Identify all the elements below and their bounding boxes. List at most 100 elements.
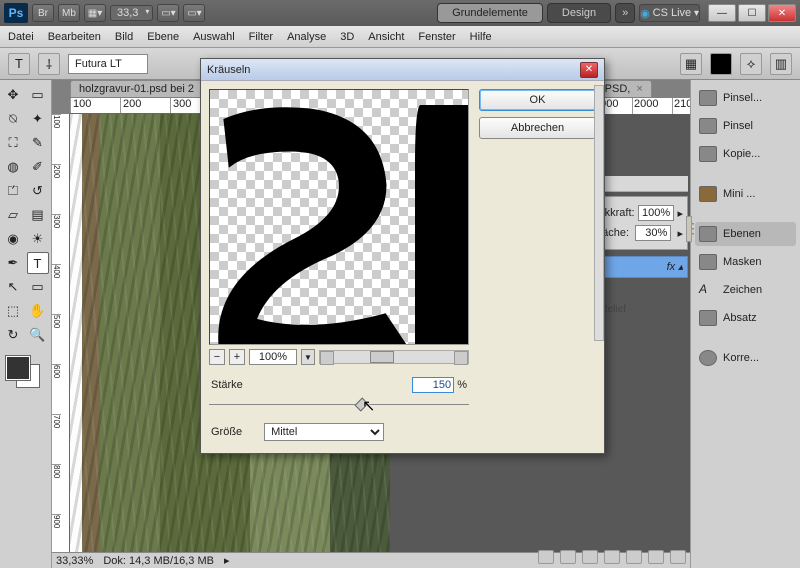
dock-pinsel2[interactable]: Pinsel	[695, 114, 796, 138]
text-orient-icon[interactable]: ⸸	[38, 53, 60, 75]
font-select[interactable]	[68, 54, 148, 74]
wand-tool[interactable]: ✦	[27, 108, 49, 130]
stamp-tool[interactable]: ⏍	[2, 180, 24, 202]
dock-korre[interactable]: Korre...	[695, 346, 796, 370]
history-brush-tool[interactable]: ↺	[27, 180, 49, 202]
minibridge-button[interactable]: Mb	[58, 4, 80, 22]
ruler-vertical: 100200300400500600700800900	[52, 114, 70, 552]
document-tab[interactable]: holzgravur-01.psd bei 2×	[70, 80, 215, 97]
dock-mini[interactable]: Mini ...	[695, 182, 796, 206]
menu-ebene[interactable]: Ebene	[147, 31, 179, 43]
mask-icon[interactable]	[582, 550, 598, 564]
zoom-select[interactable]: 33,3	[110, 5, 153, 21]
menu-bild[interactable]: Bild	[115, 31, 133, 43]
ok-button[interactable]: OK	[479, 89, 596, 111]
filter-preview[interactable]	[209, 89, 469, 345]
fill-arrow-icon[interactable]: ▸	[677, 227, 683, 240]
menu-ansicht[interactable]: Ansicht	[368, 31, 404, 43]
hand-tool[interactable]: ✋	[27, 300, 49, 322]
menu-bearbeiten[interactable]: Bearbeiten	[48, 31, 101, 43]
lasso-tool[interactable]: ⍉	[2, 108, 24, 130]
brush-tool[interactable]: ✐	[27, 156, 49, 178]
preview-vscroll[interactable]	[594, 85, 604, 341]
minimize-button[interactable]: —	[708, 4, 736, 22]
eraser-tool[interactable]: ▱	[2, 204, 24, 226]
preview-zoom-controls: − + 100% ▼	[209, 349, 469, 365]
move-tool[interactable]: ✥	[2, 84, 24, 106]
shape-tool[interactable]: ▭	[27, 276, 49, 298]
warp-icon[interactable]: ⟡	[740, 53, 762, 75]
text-tool-icon: T	[8, 53, 30, 75]
view-extras-button[interactable]: ▦▾	[84, 4, 106, 22]
dock-absatz[interactable]: Absatz	[695, 306, 796, 330]
fill-value[interactable]: 30%	[635, 225, 671, 241]
panel-dock: Pinsel... Pinsel Kopie... Mini ... Ebene…	[690, 80, 800, 568]
blur-tool[interactable]: ◉	[2, 228, 24, 250]
zoom-in-button[interactable]: +	[229, 349, 245, 365]
strength-slider[interactable]	[209, 397, 469, 413]
workspace-tab-grund[interactable]: Grundelemente	[437, 3, 543, 23]
panel-toggle-icon[interactable]: ▥	[770, 53, 792, 75]
link-icon[interactable]	[538, 550, 554, 564]
adjust-icon[interactable]	[604, 550, 620, 564]
dock-zeichen[interactable]: AZeichen	[695, 278, 796, 302]
fx-icon[interactable]	[560, 550, 576, 564]
preview-grip[interactable]	[686, 216, 692, 242]
dock-ebenen[interactable]: Ebenen	[695, 222, 796, 246]
dock-masken[interactable]: Masken	[695, 250, 796, 274]
dodge-tool[interactable]: ☀	[27, 228, 49, 250]
opacity-arrow-icon[interactable]: ▸	[677, 207, 683, 220]
adjustments-icon	[699, 350, 717, 366]
bridge-button[interactable]: Br	[32, 4, 54, 22]
zoom-status[interactable]: 33,33%	[56, 555, 93, 567]
path-tool[interactable]: ↖	[2, 276, 24, 298]
workspace-more[interactable]: »	[615, 3, 635, 23]
menu-fenster[interactable]: Fenster	[418, 31, 455, 43]
cancel-button[interactable]: Abbrechen	[479, 117, 596, 139]
workspace-tab-design[interactable]: Design	[547, 3, 611, 23]
opacity-value[interactable]: 100%	[638, 205, 674, 221]
pen-tool[interactable]: ✒	[2, 252, 24, 274]
new-icon[interactable]	[648, 550, 664, 564]
menu-bar: Datei Bearbeiten Bild Ebene Auswahl Filt…	[0, 26, 800, 48]
menu-filter[interactable]: Filter	[249, 31, 273, 43]
close-button[interactable]: ✕	[768, 4, 796, 22]
size-select[interactable]: Mittel	[264, 423, 384, 441]
status-arrow-icon[interactable]: ▸	[224, 554, 230, 567]
heal-tool[interactable]: ◍	[2, 156, 24, 178]
swatch-icon[interactable]	[710, 53, 732, 75]
menu-auswahl[interactable]: Auswahl	[193, 31, 235, 43]
preview-zoom-menu[interactable]: ▼	[301, 349, 315, 365]
zoom-tool[interactable]: 🔍	[27, 324, 49, 346]
menu-analyse[interactable]: Analyse	[287, 31, 326, 43]
cslive-button[interactable]: ◉ CS Live ▾	[639, 4, 700, 22]
menu-3d[interactable]: 3D	[340, 31, 354, 43]
gradient-tool[interactable]: ▤	[27, 204, 49, 226]
preview-zoom-value: 100%	[249, 349, 297, 365]
rotate-tool[interactable]: ↻	[2, 324, 24, 346]
dock-pinsel1[interactable]: Pinsel...	[695, 86, 796, 110]
3d-tool[interactable]: ⬚	[2, 300, 24, 322]
maximize-button[interactable]: ☐	[738, 4, 766, 22]
group-icon[interactable]	[626, 550, 642, 564]
dialog-close-icon[interactable]: ✕	[580, 62, 598, 78]
dialog-titlebar[interactable]: Kräuseln ✕	[201, 59, 604, 81]
dock-kopie[interactable]: Kopie...	[695, 142, 796, 166]
crop-tool[interactable]: ⛶	[2, 132, 24, 154]
menu-hilfe[interactable]: Hilfe	[470, 31, 492, 43]
preview-hscroll[interactable]	[319, 350, 469, 364]
screenmode-button[interactable]: ▭▾	[183, 4, 205, 22]
arrange-button[interactable]: ▭▾	[157, 4, 179, 22]
eyedrop-tool[interactable]: ✎	[27, 132, 49, 154]
zoom-out-button[interactable]: −	[209, 349, 225, 365]
percent-label: %	[457, 379, 467, 391]
strength-input[interactable]	[412, 377, 454, 393]
trash-icon[interactable]	[670, 550, 686, 564]
color-swatches[interactable]	[2, 352, 49, 392]
menu-datei[interactable]: Datei	[8, 31, 34, 43]
quickmask-icon[interactable]: ▦	[680, 53, 702, 75]
type-tool[interactable]: T	[27, 252, 49, 274]
doc-size-status[interactable]: Dok: 14,3 MB/16,3 MB	[103, 555, 214, 567]
close-tab2-icon[interactable]: ×	[636, 83, 642, 95]
marquee-tool[interactable]: ▭	[27, 84, 49, 106]
